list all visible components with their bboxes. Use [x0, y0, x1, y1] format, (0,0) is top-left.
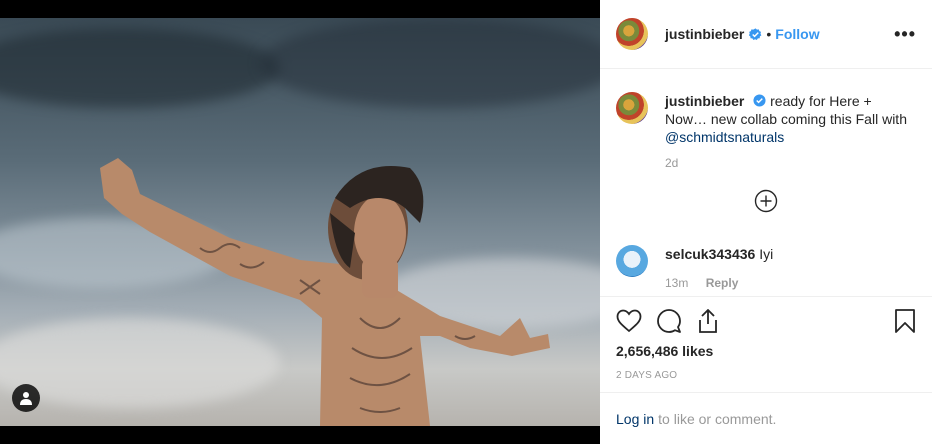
- verified-badge-icon: [753, 94, 766, 107]
- caption-avatar[interactable]: [616, 92, 648, 124]
- author-username[interactable]: justinbieber: [665, 26, 744, 42]
- heart-icon: [616, 309, 642, 333]
- like-button[interactable]: [616, 309, 642, 333]
- caption-mention-link[interactable]: @schmidtsnaturals: [665, 129, 784, 145]
- share-icon: [699, 309, 717, 333]
- tagged-people-button[interactable]: [12, 384, 40, 412]
- person-figure: [100, 158, 550, 426]
- comment-body: selcuk343436 Iyi 13m Reply: [665, 245, 773, 292]
- save-button[interactable]: [894, 308, 916, 334]
- post-media: [0, 0, 600, 444]
- caption-text: justinbieber ready for Here + Now… new c…: [665, 92, 915, 146]
- caption-username[interactable]: justinbieber: [665, 93, 744, 109]
- comment-timestamp[interactable]: 13m: [665, 276, 688, 290]
- comment-bubble-icon: [657, 309, 681, 333]
- post-actions: 2,656,486 likes 2 days ago: [600, 296, 932, 381]
- comment-meta: 13m Reply: [665, 274, 773, 292]
- follow-button[interactable]: Follow: [775, 26, 819, 42]
- comments-list[interactable]: justinbieber ready for Here + Now… new c…: [600, 70, 932, 296]
- more-options-icon[interactable]: •••: [894, 24, 916, 45]
- post-header: justinbieber • Follow •••: [600, 0, 932, 69]
- caption-timestamp[interactable]: 2d: [665, 156, 916, 170]
- commenter-username[interactable]: selcuk343436: [665, 246, 755, 262]
- bookmark-icon: [895, 309, 915, 333]
- login-link[interactable]: Log in: [616, 411, 654, 427]
- header-separator: •: [766, 26, 772, 42]
- post-sidebar: justinbieber • Follow ••• justinbieber r…: [600, 0, 932, 444]
- comment-item: selcuk343436 Iyi 13m Reply: [616, 245, 916, 292]
- post-photo[interactable]: [0, 18, 600, 426]
- post-caption: justinbieber ready for Here + Now… new c…: [616, 92, 916, 146]
- reply-button[interactable]: Reply: [706, 276, 739, 290]
- likes-count[interactable]: 2,656,486 likes: [616, 343, 916, 359]
- comment-text: Iyi: [759, 246, 774, 262]
- action-icons: [616, 297, 916, 345]
- post-age[interactable]: 2 days ago: [616, 370, 916, 381]
- author-avatar[interactable]: [616, 18, 648, 50]
- plus-circle-icon: [754, 189, 778, 213]
- share-button[interactable]: [696, 308, 720, 334]
- verified-badge-icon: [749, 27, 762, 40]
- load-more-comments-button[interactable]: [616, 189, 916, 213]
- comment-button[interactable]: [656, 308, 682, 334]
- commenter-avatar[interactable]: [616, 245, 648, 277]
- login-prompt: Log in to like or comment.: [600, 392, 932, 444]
- person-tag-icon: [20, 392, 32, 405]
- login-prompt-text: to like or comment.: [658, 410, 777, 427]
